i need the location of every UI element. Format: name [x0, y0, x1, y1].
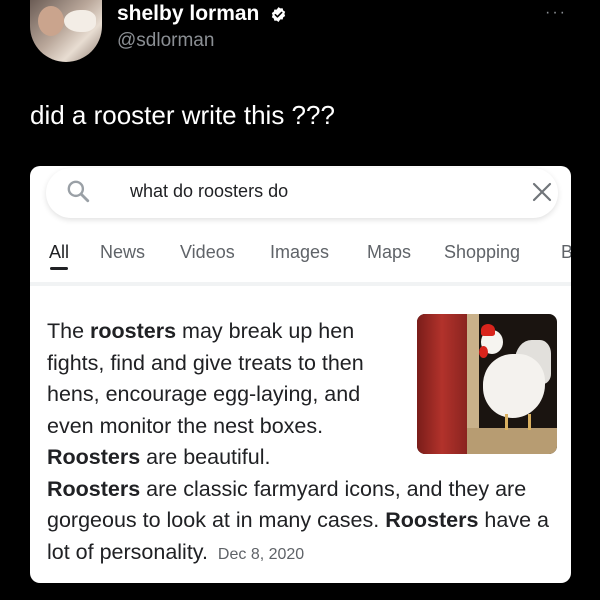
- close-icon[interactable]: [530, 180, 554, 204]
- tweet-text: did a rooster write this ???: [30, 100, 335, 130]
- snippet-date: Dec 8, 2020: [217, 545, 305, 563]
- tab-all[interactable]: All: [49, 242, 69, 263]
- search-tabs: All News Videos Images Maps Shopping B: [30, 236, 571, 276]
- search-result-screenshot: what do roosters do All News Videos Imag…: [30, 166, 571, 583]
- tab-videos[interactable]: Videos: [180, 242, 235, 263]
- verified-badge-icon: [271, 7, 286, 22]
- active-tab-indicator: [50, 267, 68, 270]
- tab-images[interactable]: Images: [270, 242, 329, 263]
- snippet-wrapped-text: The roosters may break up hen fights, fi…: [47, 316, 403, 474]
- snippet-keyword: roosters: [90, 319, 177, 343]
- snippet-text: are beautiful.: [140, 445, 271, 469]
- search-bar[interactable]: what do roosters do: [46, 168, 558, 218]
- avatar[interactable]: [30, 0, 102, 62]
- search-input[interactable]: what do roosters do: [130, 181, 288, 202]
- snippet-keyword: Roosters: [47, 476, 141, 501]
- tabs-divider: [30, 282, 571, 286]
- avatar-dog: [64, 10, 96, 32]
- rooster-legs: [505, 414, 531, 430]
- rooster-body: [483, 354, 545, 418]
- snippet-text: The: [47, 319, 91, 343]
- barn-wall: [417, 314, 467, 454]
- snippet-keyword: Roosters: [385, 508, 479, 532]
- search-icon[interactable]: [65, 178, 91, 204]
- author-name[interactable]: shelby lorman: [117, 2, 259, 26]
- snippet-keyword: Roosters: [47, 445, 141, 469]
- tab-news[interactable]: News: [100, 242, 145, 263]
- avatar-face: [38, 6, 64, 36]
- rooster-wattle: [479, 346, 488, 358]
- barn-floor: [467, 428, 557, 454]
- tab-maps[interactable]: Maps: [367, 242, 411, 263]
- more-options-icon[interactable]: ···: [545, 4, 567, 22]
- rooster-comb: [481, 324, 495, 336]
- tab-shopping[interactable]: Shopping: [444, 242, 520, 263]
- author-handle[interactable]: @sdlorman: [117, 30, 214, 52]
- tab-books[interactable]: B: [561, 242, 571, 263]
- rooster-image[interactable]: [417, 314, 557, 454]
